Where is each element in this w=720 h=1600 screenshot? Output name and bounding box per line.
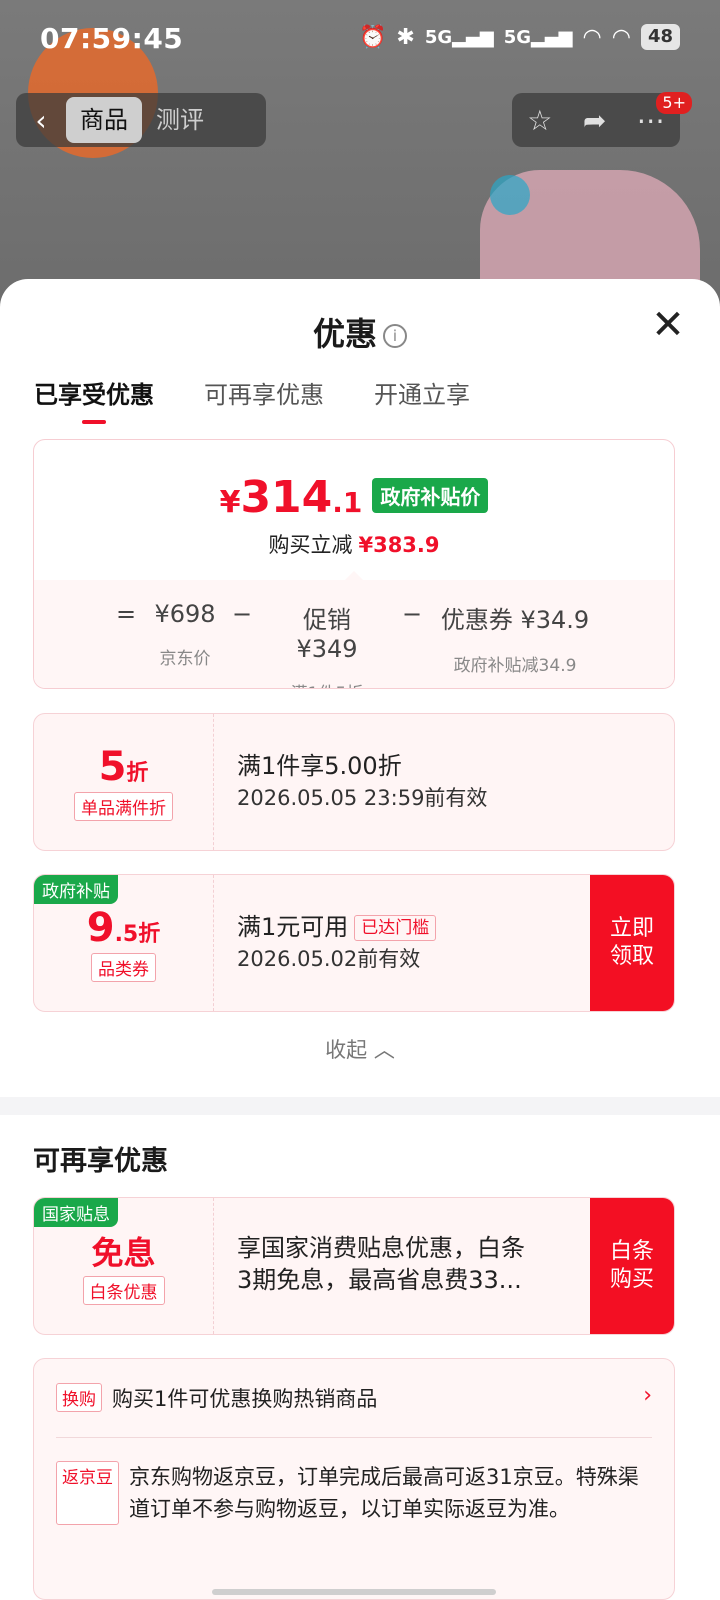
home-indicator[interactable] [212,1589,496,1595]
final-price: ¥314.1 [219,472,363,523]
coupon-title: 满1元可用 [237,913,349,941]
chevron-right-icon: › [643,1383,652,1408]
share-icon[interactable]: ➦ [583,104,606,137]
coupon-date: 2026.05.05 23:59前有效 [237,786,488,810]
reduce-line: 购买立减 ¥383.9 [268,533,440,557]
formula-promo: 促销 ¥349满1件5折 [291,606,364,688]
section-title: 可再享优惠 [33,1146,168,1177]
price-card: ¥314.1 政府补贴价 购买立减 ¥383.9 = ¥698 京东价 − 促销 ¥… [33,439,675,689]
installment-details: 享国家消费贴息优惠，白条 3期免息，最高省息费33... [237,1232,525,1296]
threshold-tag: 已达门槛 [354,915,437,941]
alarm-icon: ⏰ [359,24,387,50]
back-icon[interactable]: ‹ [16,104,66,137]
exchange-row[interactable]: 换购 购买1件可优惠换购热销商品 › [56,1383,652,1413]
close-icon[interactable]: ✕ [648,305,688,345]
status-time: 07:59:45 [40,22,184,55]
tab-activate[interactable]: 开通立享 [374,375,470,424]
baitiao-buy-button[interactable]: 白条购买 [590,1198,674,1334]
coupon-card: 9.5折 品类券 政府补贴 满1元可用 已达门槛 2026.05.02前有效 立即… [33,874,675,1012]
product-image-detail [490,175,530,215]
formula-coupon: 优惠券 ¥34.9 政府补贴减34.9 [440,606,590,676]
price-summary: ¥314.1 政府补贴价 购买立减 ¥383.9 [34,440,674,581]
coupon-card: 5折 单品满件折 满1件享5.00折 2026.05.05 23:59前有效 [33,713,675,851]
coupon-title: 满1件享5.00折 [237,752,402,780]
jd-beans-row: 返京豆 京东购物返京豆，订单完成后最高可返31京豆。特殊渠道订单不参与购物返豆，以… [56,1461,652,1525]
discount-sheet: 优惠 i ✕ 已享受优惠 可再享优惠 开通立享 ¥314.1 政府补贴价 购买立减… [0,279,720,1600]
bluetooth-icon: ✱ [396,24,415,50]
installment-card: 免息 白条优惠 国家贴息 享国家消费贴息优惠，白条 3期免息，最高省息费33..… [33,1197,675,1335]
installment-text: 3期免息，最高省息费33... [237,1266,522,1294]
jd-beans-text: 京东购物返京豆，订单完成后最高可返31京豆。特殊渠道订单不参与购物返豆，以订单实… [129,1465,639,1521]
star-icon[interactable]: ☆ [527,104,552,137]
jd-beans-tag: 返京豆 [56,1461,119,1525]
chevron-up-icon: ︿ [373,1038,395,1062]
section-divider [0,1097,720,1115]
formula-minus: − [232,600,253,628]
gov-subsidy-corner: 政府补贴 [34,875,118,904]
top-nav-right: ☆ ➦ ⋯ [512,93,680,147]
coupon-date: 2026.05.02前有效 [237,947,421,971]
installment-tag: 白条优惠 [82,1276,165,1305]
coupon-type-tag: 单品满件折 [74,792,173,821]
top-nav-left: ‹ 商品 测评 [16,93,266,147]
status-bar: 07:59:45 ⏰ ✱ 5G▂▄▆ 5G▂▄▆ ◠ ◠ 48 [0,0,720,80]
claim-button[interactable]: 立即领取 [590,875,674,1011]
notification-badge: 5+ [656,92,692,114]
tab-available[interactable]: 可再享优惠 [204,375,324,424]
sheet-title-text: 优惠 [312,315,377,353]
tab-enjoyed[interactable]: 已享受优惠 [34,375,154,424]
formula-minus: − [402,600,423,628]
info-icon[interactable]: i [383,324,407,348]
gov-subsidy-tag: 政府补贴价 [372,478,489,513]
tab-product[interactable]: 商品 [66,97,142,143]
installment-text: 享国家消费贴息优惠，白条 [237,1234,525,1262]
coupon-type-tag: 品类券 [91,953,156,982]
formula-equals: = [116,600,137,628]
battery-icon: 48 [640,24,680,50]
benefits-card: 换购 购买1件可优惠换购热销商品 › 返京豆 京东购物返京豆，订单完成后最高可返31… [33,1358,675,1600]
exchange-text: 购买1件可优惠换购热销商品 [112,1387,378,1411]
collapse-button[interactable]: 收起 ︿ [0,1034,720,1064]
wifi-icon: ◠ [582,24,602,50]
status-icons: ⏰ ✱ 5G▂▄▆ 5G▂▄▆ ◠ ◠ 48 [359,24,680,50]
coupon-details: 满1元可用 已达门槛 2026.05.02前有效 [237,911,437,975]
exchange-tag: 换购 [56,1383,102,1412]
formula-jd-price: ¥698 京东价 [154,600,216,669]
price-formula: = ¥698京东价 − 促销 ¥349满1件5折 − 优惠券 ¥34.9政府补贴… [34,580,674,688]
coupon-value: 5折 单品满件折 [34,714,214,850]
wifi-icon: ◠ [611,24,631,50]
signal-icon: 5G▂▄▆ [503,26,573,48]
national-subsidy-corner: 国家贴息 [34,1198,118,1227]
signal-icon: 5G▂▄▆ [424,26,494,48]
coupon-details: 满1件享5.00折 2026.05.05 23:59前有效 [237,750,487,814]
tab-review[interactable]: 测评 [142,97,218,143]
sheet-title: 优惠 i [0,309,720,355]
discount-tabs: 已享受优惠 可再享优惠 开通立享 [34,375,470,424]
